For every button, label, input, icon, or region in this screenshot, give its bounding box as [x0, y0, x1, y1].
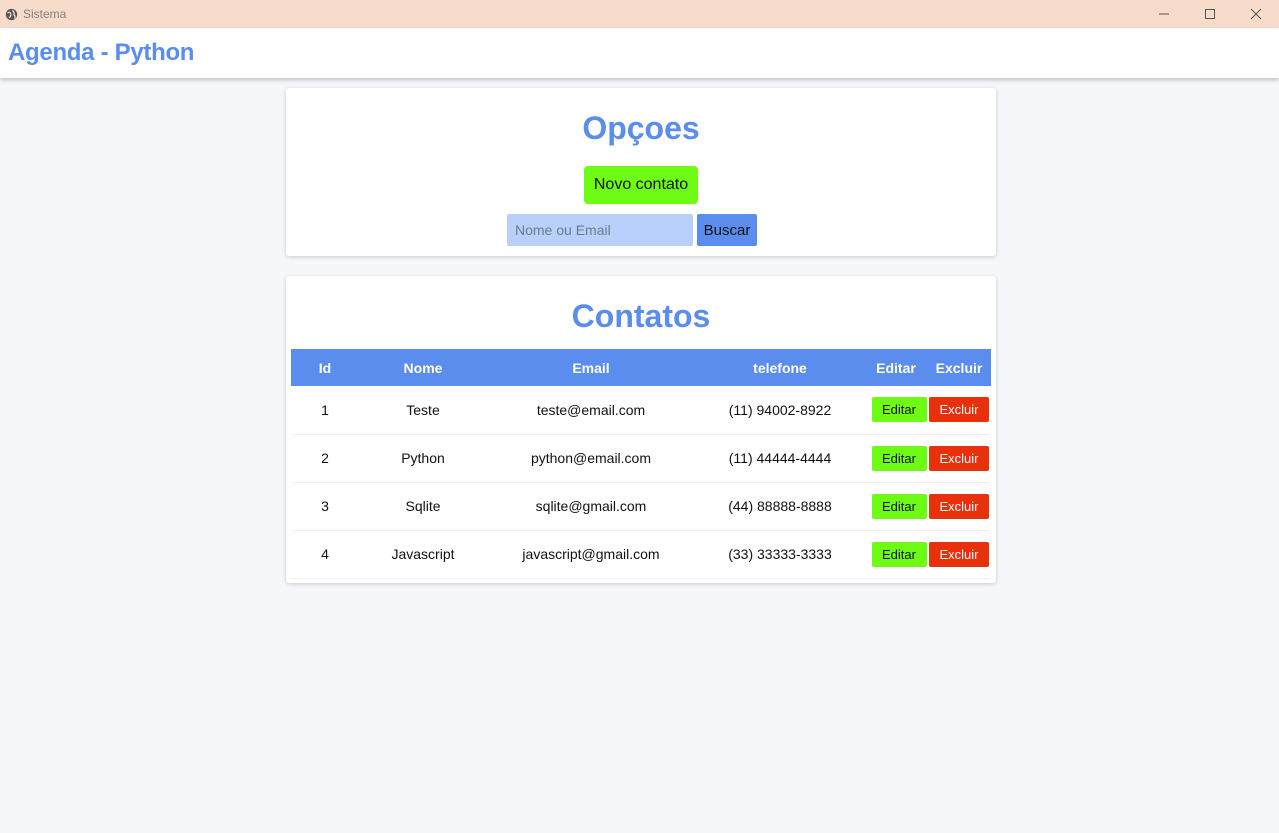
close-icon[interactable]	[1233, 0, 1279, 28]
delete-button[interactable]: Excluir	[929, 493, 989, 519]
delete-cell: Excluir	[927, 386, 991, 434]
search-button[interactable]: Buscar	[697, 214, 757, 246]
edit-button[interactable]: Editar	[871, 445, 927, 471]
contact-name: Sqlite	[405, 498, 441, 514]
edit-cell: Editar	[865, 530, 927, 578]
new-contact-button[interactable]: Novo contato	[584, 166, 698, 204]
contact-phone: (44) 88888-8888	[728, 498, 832, 514]
options-card: Opçoes Novo contato Buscar	[286, 88, 996, 256]
edit-cell: Editar	[865, 434, 927, 482]
edit-button[interactable]: Editar	[871, 397, 927, 423]
edit-button[interactable]: Editar	[871, 493, 927, 519]
contact-phone: (11) 44444-4444	[728, 450, 832, 466]
options-title: Opçoes	[582, 110, 700, 146]
contact-name: Python	[401, 450, 445, 466]
table-header-row: Id Nome Email telefone Editar Excluir	[291, 349, 991, 386]
search-row: Buscar	[268, 214, 996, 246]
contact-email: python@email.com	[530, 450, 652, 466]
contact-id: 2	[321, 450, 329, 466]
app-title: Agenda - Python	[8, 39, 195, 66]
column-header-id: Id	[318, 359, 332, 376]
delete-cell: Excluir	[927, 530, 991, 578]
maximize-icon[interactable]	[1187, 0, 1233, 28]
contact-phone: (33) 33333-3333	[728, 546, 832, 562]
delete-cell: Excluir	[927, 434, 991, 482]
column-header-edit: Editar	[876, 359, 916, 376]
contact-phone: (11) 94002-8922	[728, 401, 832, 418]
table-row: 3 Sqlite sqlite@gmail.com (44) 88888-888…	[291, 482, 991, 530]
contact-email: sqlite@gmail.com	[535, 498, 647, 514]
contact-id: 1	[321, 401, 329, 418]
edit-button[interactable]: Editar	[871, 541, 927, 567]
window-titlebar: Sistema	[0, 0, 1279, 28]
edit-cell: Editar	[865, 386, 927, 434]
search-input[interactable]	[507, 214, 693, 246]
window-controls	[1141, 0, 1279, 28]
contacts-title: Contatos	[571, 298, 711, 334]
column-header-phone: telefone	[753, 359, 807, 376]
table-row: 1 Teste teste@email.com (11) 94002-8922 …	[291, 386, 991, 434]
contact-id: 4	[321, 546, 329, 562]
column-header-name: Nome	[403, 359, 443, 376]
globe-icon	[4, 7, 18, 21]
contacts-card: Contatos Id Nome Email telefone Editar E…	[286, 276, 996, 583]
contact-name: Teste	[406, 401, 440, 418]
contact-id: 3	[321, 498, 329, 514]
minimize-icon[interactable]	[1141, 0, 1187, 28]
delete-button[interactable]: Excluir	[929, 445, 989, 471]
contacts-table: Id Nome Email telefone Editar Excluir 1 …	[291, 349, 991, 579]
column-header-email: Email	[572, 359, 610, 376]
contact-name: Javascript	[391, 546, 455, 562]
table-row: 4 Javascript javascript@gmail.com (33) 3…	[291, 530, 991, 578]
delete-cell: Excluir	[927, 482, 991, 530]
delete-button[interactable]: Excluir	[929, 397, 989, 423]
contact-email: teste@email.com	[536, 401, 646, 418]
edit-cell: Editar	[865, 482, 927, 530]
window-title: Sistema	[23, 7, 67, 21]
contact-email: javascript@gmail.com	[522, 546, 660, 562]
table-row: 2 Python python@email.com (11) 44444-444…	[291, 434, 991, 482]
delete-button[interactable]: Excluir	[929, 541, 989, 567]
app-header: Agenda - Python	[0, 28, 1279, 78]
column-header-delete: Excluir	[935, 359, 983, 376]
